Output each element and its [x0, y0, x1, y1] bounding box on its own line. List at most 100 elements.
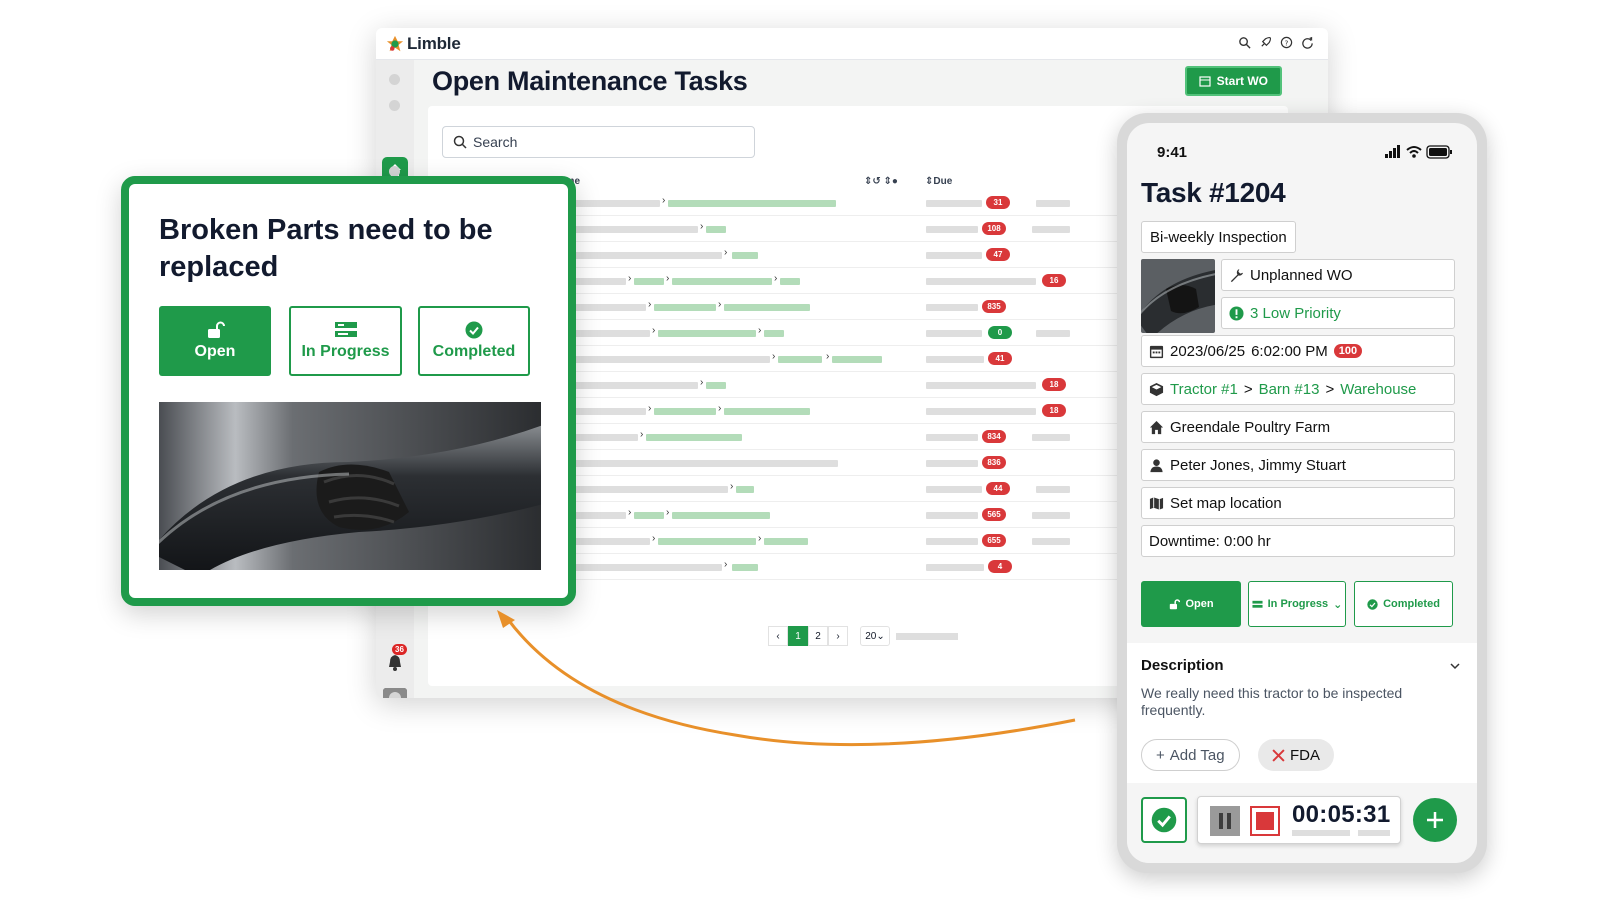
search-placeholder: Search: [473, 134, 518, 150]
rail-nav-item[interactable]: [389, 100, 400, 111]
due-time-value: 6:02:00 PM: [1251, 342, 1328, 360]
notification-badge: 36: [392, 644, 407, 655]
map-location-field[interactable]: Set map location: [1141, 487, 1455, 519]
due-badge: 4: [988, 560, 1012, 573]
description-section: Description We really need this tractor …: [1127, 643, 1477, 783]
priority-value: 3 Low Priority: [1250, 304, 1341, 322]
downtime-field[interactable]: Downtime: 0:00 hr: [1141, 525, 1455, 557]
alert-circle-icon: [1229, 305, 1244, 321]
asset-location-link[interactable]: Warehouse: [1340, 381, 1416, 398]
due-badge: 0: [988, 326, 1012, 339]
calendar-icon: [1149, 345, 1164, 358]
wo-type-field[interactable]: Unplanned WO: [1221, 259, 1455, 291]
chevron-down-icon: ⌄: [1333, 598, 1343, 611]
chevron-right-icon: ›: [666, 507, 670, 518]
add-button[interactable]: [1413, 798, 1457, 842]
location-value: Greendale Poultry Farm: [1170, 418, 1331, 436]
rocket-icon[interactable]: [1259, 36, 1272, 49]
due-date-field[interactable]: 2023/06/25 6:02:00 PM 100: [1141, 335, 1455, 367]
due-badge: 18: [1042, 404, 1066, 417]
asset-link[interactable]: Tractor #1: [1170, 381, 1238, 398]
in-progress-status-button[interactable]: In Progress: [289, 306, 402, 376]
map-icon: [1149, 496, 1164, 510]
bottom-action-bar: 00:05:31: [1127, 783, 1477, 863]
description-text[interactable]: We really need this tractor to be inspec…: [1141, 685, 1466, 719]
unlock-icon: [1170, 598, 1181, 609]
due-badge: 100: [1333, 344, 1363, 358]
check-circle-icon: [465, 321, 483, 339]
chevron-right-icon: ›: [730, 481, 734, 492]
chevron-right-icon: ›: [700, 377, 704, 388]
chevron-right-icon: ›: [648, 403, 652, 414]
logo[interactable]: Limble: [386, 34, 461, 54]
search-icon[interactable]: [1238, 36, 1251, 49]
callout-title: Broken Parts need to be replaced: [159, 214, 493, 283]
due-badge: 834: [982, 430, 1006, 443]
chevron-right-icon: ›: [628, 507, 632, 518]
due-badge: 47: [986, 248, 1010, 261]
help-icon[interactable]: ?: [1280, 36, 1293, 49]
assignees-value: Peter Jones, Jimmy Stuart: [1170, 456, 1346, 474]
completed-status-button[interactable]: Completed: [1354, 581, 1453, 627]
due-badge: 41: [988, 352, 1012, 365]
due-badge: 108: [982, 222, 1006, 235]
chevron-right-icon: ›: [758, 533, 762, 544]
chevron-right-icon: ›: [724, 559, 728, 570]
due-badge: 31: [986, 196, 1010, 209]
app-name: Limble: [407, 34, 461, 53]
plus-icon: [1427, 812, 1443, 828]
asset-field[interactable]: Tractor #1 > Barn #13 > Warehouse: [1141, 373, 1455, 405]
wo-type-value: Unplanned WO: [1250, 266, 1353, 284]
column-header-due[interactable]: ⇕Due: [925, 176, 952, 187]
completed-status-button[interactable]: Completed: [418, 306, 530, 376]
stop-button[interactable]: [1250, 806, 1280, 836]
completed-label: Completed: [432, 343, 516, 360]
status-callout-card: Broken Parts need to be replaced Open In…: [121, 176, 576, 606]
avatar[interactable]: [383, 688, 407, 698]
complete-task-button[interactable]: [1141, 797, 1187, 843]
completed-label: Completed: [1383, 598, 1440, 610]
due-date-value: 2023/06/25: [1170, 342, 1246, 360]
chevron-right-icon: ›: [772, 351, 776, 362]
check-circle-icon: [1151, 807, 1177, 833]
start-wo-label: Start WO: [1216, 74, 1268, 88]
open-status-button[interactable]: Open: [159, 306, 271, 376]
in-progress-label: In Progress: [1267, 598, 1329, 610]
phone-screen: 9:41 Task #1204 Bi-weekly Inspection Unp…: [1127, 123, 1477, 863]
progress-bars-icon: [334, 322, 357, 337]
sort-icons[interactable]: ⇕↺ ⇕●: [864, 176, 898, 187]
add-tag-button[interactable]: + Add Tag: [1141, 739, 1240, 771]
pause-button[interactable]: [1210, 806, 1240, 836]
search-input[interactable]: Search: [442, 126, 755, 158]
close-icon[interactable]: [1272, 748, 1285, 762]
refresh-icon[interactable]: [1301, 36, 1314, 49]
in-progress-status-button[interactable]: In Progress ⌄: [1248, 581, 1346, 627]
unlock-icon: [208, 321, 225, 338]
tag-fda[interactable]: FDA: [1258, 739, 1334, 771]
page-title: Open Maintenance Tasks: [432, 66, 748, 96]
description-label: Description: [1141, 657, 1224, 674]
chevron-right-icon: ›: [652, 325, 656, 336]
calendar-icon: [1199, 76, 1211, 87]
start-wo-button[interactable]: Start WO: [1184, 66, 1282, 96]
asset-parent-link[interactable]: Barn #13: [1259, 381, 1320, 398]
phone-frame: 9:41 Task #1204 Bi-weekly Inspection Unp…: [1117, 113, 1487, 873]
assignees-field[interactable]: Peter Jones, Jimmy Stuart: [1141, 449, 1455, 481]
rail-nav-item[interactable]: [389, 74, 400, 85]
template-tag[interactable]: Bi-weekly Inspection: [1141, 221, 1296, 253]
svg-text:?: ?: [1285, 38, 1289, 47]
chevron-down-icon[interactable]: [1449, 660, 1461, 672]
signal-wifi-battery-icon: [1385, 145, 1452, 159]
add-tag-label: Add Tag: [1169, 746, 1225, 764]
location-field[interactable]: Greendale Poultry Farm: [1141, 411, 1455, 443]
plus-icon: +: [1156, 746, 1165, 764]
open-label: Open: [194, 343, 236, 360]
task-title: Task #1204: [1141, 177, 1286, 208]
priority-field[interactable]: 3 Low Priority: [1221, 297, 1455, 329]
open-label: Open: [1185, 598, 1214, 610]
chevron-right-icon: ›: [700, 221, 704, 232]
task-photo[interactable]: [1141, 259, 1215, 333]
bell-icon[interactable]: [385, 653, 405, 673]
asset-separator: >: [1325, 380, 1335, 398]
open-status-button[interactable]: Open: [1141, 581, 1241, 627]
